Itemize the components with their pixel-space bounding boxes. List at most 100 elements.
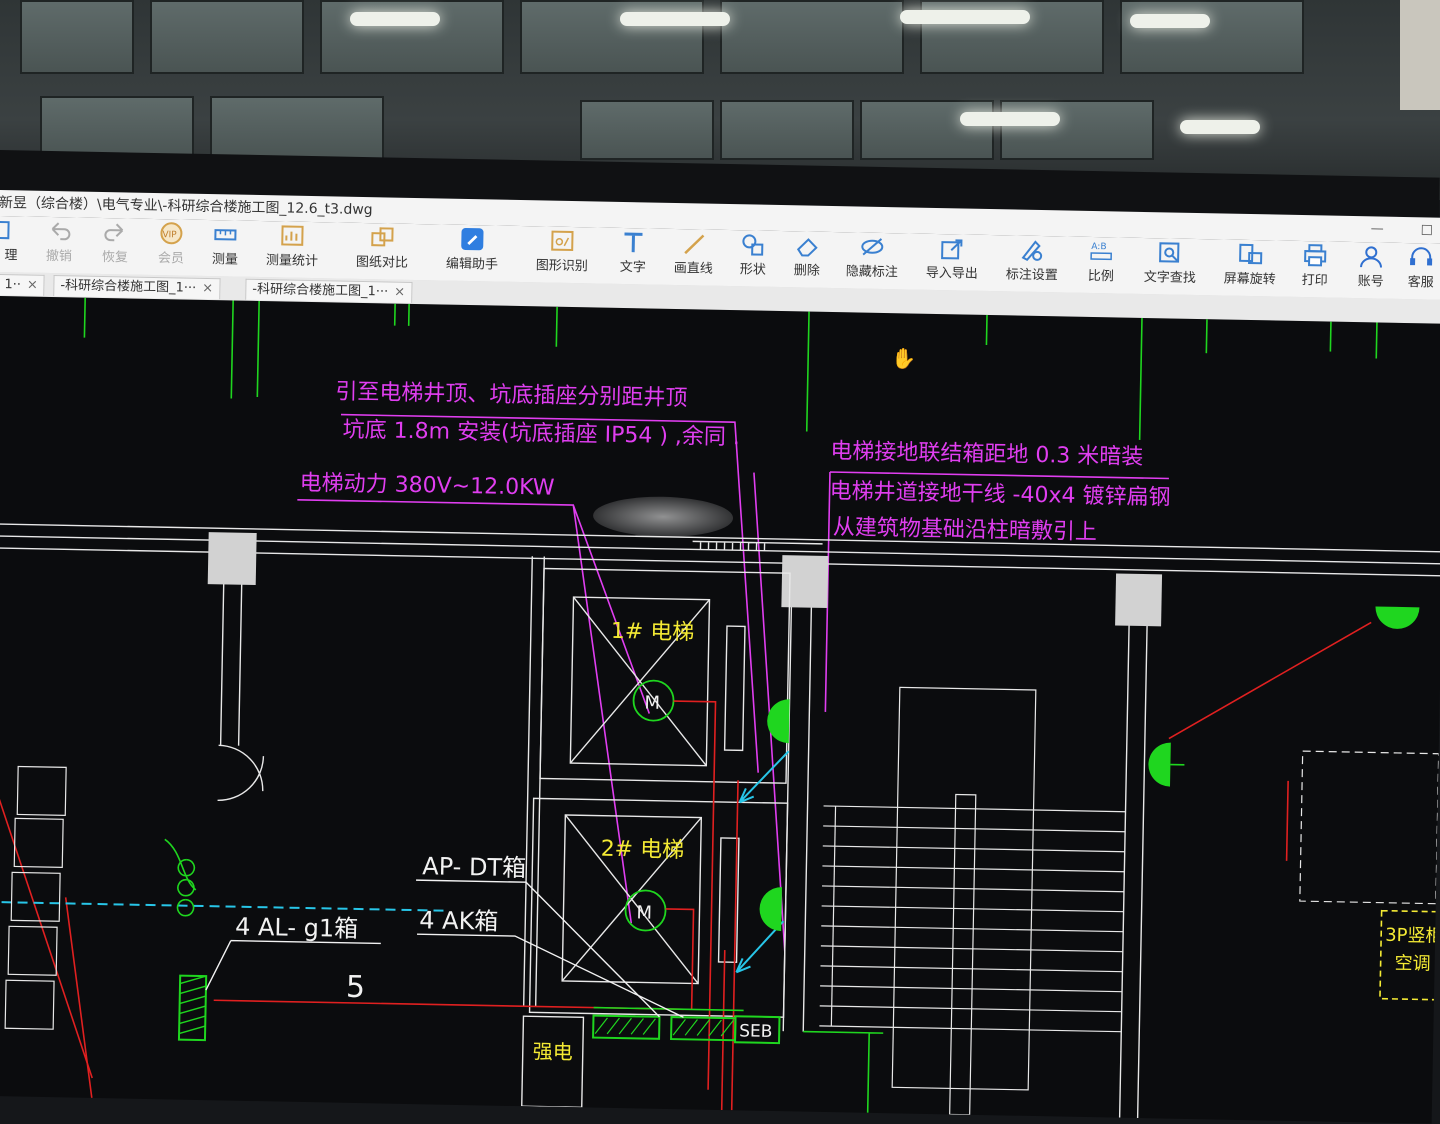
toolbar-vip[interactable]: VIP 会员 (158, 221, 185, 267)
minimize-button[interactable]: — (1370, 216, 1384, 242)
toolbar-line[interactable]: 画直线 (674, 231, 714, 277)
toolbar-account[interactable]: 账号 (1358, 244, 1385, 290)
measure-icon (212, 222, 238, 246)
cad-drawing-canvas[interactable]: ✋ 引至电梯井顶、坑底插座分别距井顶 坑底 1.8m 安装(坑底插座 IP54 … (0, 295, 1440, 1124)
red-wires (0, 621, 1372, 1111)
window-title: 新昱（综合楼）\电气专业\-科研综合楼施工图_12.6_t3.dwg (0, 194, 373, 219)
svg-text:A:B: A:B (1091, 242, 1106, 252)
tab-document-3[interactable]: -科研综合楼施工图_1··· × (245, 278, 413, 303)
edit-assistant-icon (459, 227, 485, 251)
shape-recognize-icon (549, 229, 575, 253)
close-icon[interactable]: × (202, 281, 213, 296)
elevator-1-label: 1# 电梯 (611, 619, 695, 646)
shape-icon (740, 232, 766, 256)
redo-icon (102, 220, 128, 244)
ceiling-lamp (1130, 14, 1210, 28)
toolbar-undo[interactable]: 撤销 (46, 219, 73, 264)
seb-label: SEB (739, 1021, 773, 1042)
toolbar-text[interactable]: 文字 (620, 230, 647, 275)
ap-dt-label: AP- DT箱 (422, 852, 526, 882)
restore-button[interactable]: □ (1420, 217, 1434, 243)
cad-drawing: ✋ 引至电梯井顶、坑底插座分别距井顶 坑底 1.8m 安装(坑底插座 IP54 … (0, 297, 1440, 1119)
annotation-settings-icon (1019, 238, 1045, 262)
window-pane (1000, 100, 1154, 160)
line-icon (681, 231, 707, 255)
window-pane (20, 0, 134, 74)
undo-icon (46, 219, 72, 243)
wall-pillar (1400, 0, 1440, 110)
toolbar-shape-recognize[interactable]: 图形识别 (536, 228, 589, 274)
strong-power-label: 强电 (533, 1039, 573, 1064)
ceiling-lamp (900, 10, 1030, 24)
ac-label-line2: 空调 (1394, 953, 1430, 975)
note-top-line2: 坑底 1.8m 安装(坑底插座 IP54 ) ,余同 . (342, 418, 740, 451)
text-search-icon (1157, 240, 1183, 264)
compare-icon (369, 225, 395, 249)
scale-icon: A:B (1088, 239, 1114, 263)
4ak-label: 4 AK箱 (419, 906, 499, 936)
left-equipment-boxes (4, 765, 67, 1030)
eraser-icon (794, 233, 820, 257)
note-power: 电梯动力 380V~12.0KW (299, 471, 555, 501)
support-icon (1408, 245, 1434, 269)
ceiling-lamp (1180, 120, 1260, 134)
toolbar-redo[interactable]: 恢复 (102, 220, 129, 265)
circuit-number: 5 (346, 970, 366, 1005)
svg-text:VIP: VIP (162, 230, 177, 240)
ceiling-lamp (960, 112, 1060, 126)
rotate-screen-icon (1237, 242, 1263, 266)
toolbar-rotate-screen[interactable]: 屏幕旋转 (1224, 242, 1277, 288)
ceiling-lamp (350, 12, 440, 26)
print-icon (1302, 243, 1328, 267)
tab-document-1[interactable]: 1·· × (0, 273, 46, 296)
toolbar-compare[interactable]: 图纸对比 (356, 225, 409, 271)
toolbar-text-search[interactable]: 文字查找 (1144, 240, 1197, 286)
close-icon[interactable]: × (394, 285, 405, 300)
toolbar-measure-stats[interactable]: 测量统计 (266, 223, 319, 269)
staircase (819, 686, 1126, 1116)
structural-columns (207, 532, 1163, 627)
elevator-2-label: 2# 电梯 (600, 837, 684, 864)
toolbar-scale[interactable]: A:B 比例 (1088, 239, 1115, 284)
ac-label-line1: 3P竖柜 (1385, 925, 1440, 947)
elevator-shaft-2 (528, 797, 789, 1018)
toolbar-delete[interactable]: 删除 (794, 233, 821, 279)
note-top-line1: 引至电梯井顶、坑底插座分别距井顶 (335, 379, 687, 411)
panel-leaders (205, 879, 684, 1018)
toolbar-support[interactable]: 客服 (1408, 245, 1435, 291)
measure-stats-icon (279, 223, 305, 247)
toolbar-hide-annotation[interactable]: 隐藏标注 (846, 234, 899, 280)
window-pane (150, 0, 304, 74)
window-pane (210, 96, 384, 160)
toolbar-manage[interactable]: 理 (0, 218, 25, 263)
toolbar-edit-assistant[interactable]: 编辑助手 (446, 227, 499, 273)
panel-4al-g1-hatch (178, 975, 207, 1035)
toolbar-measure[interactable]: 测量 (212, 222, 239, 268)
vip-icon: VIP (158, 221, 184, 245)
toolbar-annotation-settings[interactable]: 标注设置 (1006, 237, 1059, 283)
motor-2-label: M (636, 902, 652, 923)
window-pane (720, 100, 854, 160)
4al-g1-label: 4 AL- g1箱 (235, 913, 359, 943)
building-walls (0, 523, 1440, 1119)
toolbar-import-export[interactable]: 导入导出 (926, 236, 979, 282)
text-icon (620, 230, 646, 254)
account-icon (1358, 244, 1384, 268)
tab-document-2[interactable]: -科研综合楼施工图_1··· × (53, 275, 221, 300)
panel-4ak (670, 1016, 737, 1042)
hand-cursor-icon: ✋ (891, 346, 916, 370)
toolbar-shape[interactable]: 形状 (740, 232, 767, 278)
close-icon[interactable]: × (27, 278, 38, 293)
ac-unit-area (1299, 750, 1440, 905)
panel-hatch (594, 1017, 734, 1037)
note-right-line2: 电梯井道接地干线 -40x4 镀锌扁钢 (829, 479, 1170, 511)
window-pane (1120, 0, 1304, 74)
toolbar-print[interactable]: 打印 (1302, 243, 1329, 289)
window-pane (580, 100, 714, 160)
manage-icon (0, 218, 25, 242)
monitor-screen: 新昱（综合楼）\电气专业\-科研综合楼施工图_12.6_t3.dwg — □ 理… (0, 150, 1440, 1124)
ceiling-lamp (620, 12, 730, 26)
motor-1-label: M (644, 692, 660, 713)
note-right-line1: 电梯接地联结箱距地 0.3 米暗装 (830, 439, 1143, 470)
import-export-icon (939, 236, 965, 260)
